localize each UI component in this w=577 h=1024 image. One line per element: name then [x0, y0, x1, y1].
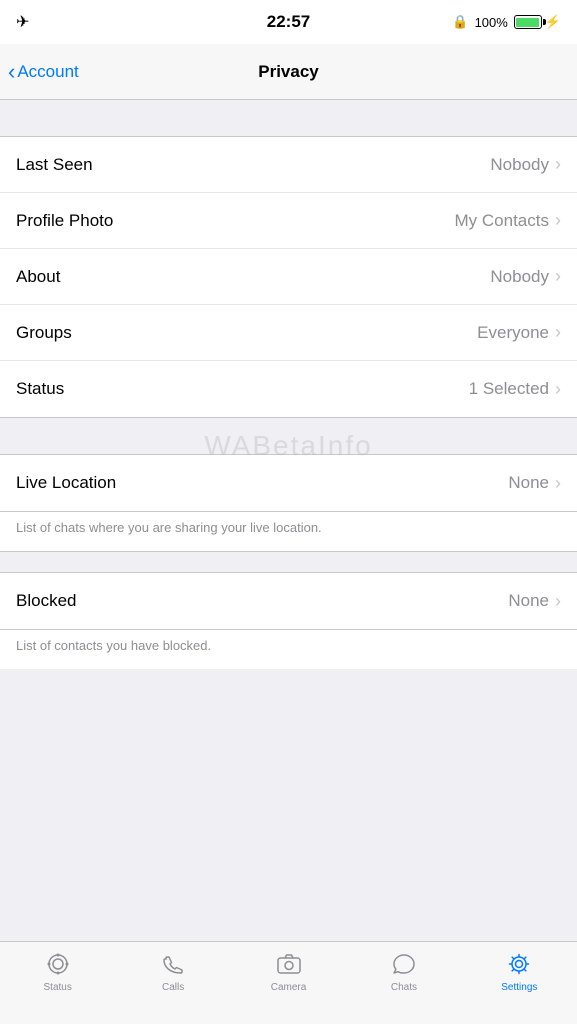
blocked-value: None	[508, 591, 549, 611]
last-seen-label: Last Seen	[16, 155, 93, 175]
tab-settings[interactable]: Settings	[462, 950, 577, 993]
tab-bar: Status Calls Camera Chats Settings	[0, 941, 577, 1024]
blocked-group: Blocked None ›	[0, 572, 577, 630]
groups-right: Everyone ›	[477, 322, 561, 343]
battery-icon-container: ⚡	[514, 14, 561, 30]
blocked-right: None ›	[508, 591, 561, 612]
tab-chats[interactable]: Chats	[346, 950, 461, 993]
nav-back-label: Account	[17, 62, 78, 82]
status-bar-right: 🔒 100% ⚡	[452, 14, 561, 30]
list-item-about[interactable]: About Nobody ›	[0, 249, 577, 305]
groups-value: Everyone	[477, 323, 549, 343]
live-location-group: Live Location None ›	[0, 454, 577, 512]
back-chevron-icon: ‹	[8, 61, 15, 83]
camera-tab-label: Camera	[271, 982, 307, 993]
content: Last Seen Nobody › Profile Photo My Cont…	[0, 100, 577, 759]
blocked-chevron-icon: ›	[555, 591, 561, 612]
calls-tab-icon	[159, 950, 187, 978]
calls-tab-label: Calls	[162, 982, 184, 993]
status-privacy-label: Status	[16, 379, 64, 399]
camera-tab-icon	[275, 950, 303, 978]
list-item-profile-photo[interactable]: Profile Photo My Contacts ›	[0, 193, 577, 249]
tab-calls[interactable]: Calls	[115, 950, 230, 993]
status-value: 1 Selected	[469, 379, 549, 399]
list-item-status[interactable]: Status 1 Selected ›	[0, 361, 577, 417]
status-bar-time: 22:57	[267, 12, 310, 32]
lock-icon: 🔒	[452, 14, 468, 30]
nav-back-button[interactable]: ‹ Account	[8, 61, 79, 83]
nav-bar: ‹ Account Privacy	[0, 44, 577, 100]
status-bar: ✈ 22:57 🔒 100% ⚡	[0, 0, 577, 44]
profile-photo-right: My Contacts ›	[455, 210, 561, 231]
settings-tab-label: Settings	[501, 982, 537, 993]
status-tab-label: Status	[44, 982, 72, 993]
live-location-right: None ›	[508, 473, 561, 494]
last-seen-value: Nobody	[490, 155, 549, 175]
battery-percent: 100%	[475, 15, 508, 30]
blocked-label: Blocked	[16, 591, 76, 611]
live-location-chevron-icon: ›	[555, 473, 561, 494]
battery-fill	[516, 18, 539, 27]
list-item-live-location[interactable]: Live Location None ›	[0, 455, 577, 511]
status-chevron-icon: ›	[555, 379, 561, 400]
about-value: Nobody	[490, 267, 549, 287]
chats-tab-icon	[390, 950, 418, 978]
about-chevron-icon: ›	[555, 266, 561, 287]
section-spacer-mid	[0, 418, 577, 454]
about-label: About	[16, 267, 60, 287]
status-bar-left: ✈	[16, 12, 29, 32]
nav-title: Privacy	[258, 62, 319, 82]
list-item-groups[interactable]: Groups Everyone ›	[0, 305, 577, 361]
live-location-value: None	[508, 473, 549, 493]
groups-chevron-icon: ›	[555, 322, 561, 343]
blocked-subtext: List of contacts you have blocked.	[0, 630, 577, 669]
battery-icon	[514, 15, 542, 29]
last-seen-chevron-icon: ›	[555, 154, 561, 175]
last-seen-right: Nobody ›	[490, 154, 561, 175]
list-item-blocked[interactable]: Blocked None ›	[0, 573, 577, 629]
battery-bolt: ⚡	[545, 14, 561, 30]
profile-photo-value: My Contacts	[455, 211, 549, 231]
groups-label: Groups	[16, 323, 72, 343]
about-right: Nobody ›	[490, 266, 561, 287]
tab-status[interactable]: Status	[0, 950, 115, 993]
profile-photo-chevron-icon: ›	[555, 210, 561, 231]
status-right: 1 Selected ›	[469, 379, 561, 400]
live-location-subtext: List of chats where you are sharing your…	[0, 512, 577, 552]
tab-camera[interactable]: Camera	[231, 950, 346, 993]
section-spacer-bottom	[0, 552, 577, 572]
settings-tab-icon	[505, 950, 533, 978]
section-spacer-top	[0, 100, 577, 136]
live-location-label: Live Location	[16, 473, 116, 493]
profile-photo-label: Profile Photo	[16, 211, 113, 231]
list-item-last-seen[interactable]: Last Seen Nobody ›	[0, 137, 577, 193]
visibility-settings-group: Last Seen Nobody › Profile Photo My Cont…	[0, 136, 577, 418]
chats-tab-label: Chats	[391, 982, 417, 993]
airplane-icon: ✈	[16, 12, 29, 32]
status-tab-icon	[44, 950, 72, 978]
